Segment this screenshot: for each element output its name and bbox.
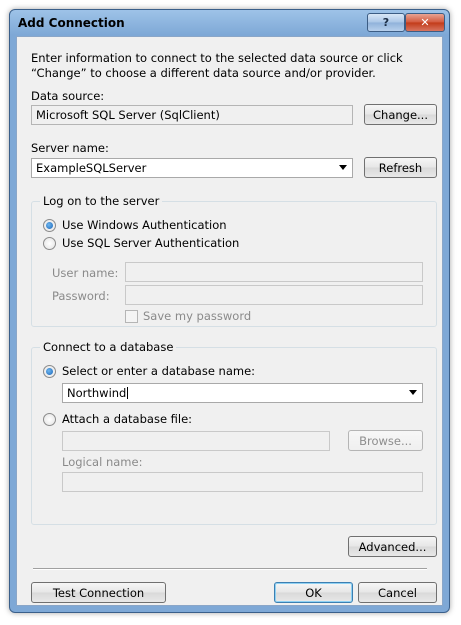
- text-caret: [127, 387, 129, 399]
- save-password-label[interactable]: Save my password: [143, 309, 251, 323]
- attach-file-label[interactable]: Attach a database file:: [62, 412, 192, 426]
- chevron-down-icon[interactable]: [409, 390, 417, 395]
- help-button[interactable]: ?: [367, 13, 405, 32]
- server-name-label: Server name:: [31, 141, 109, 155]
- refresh-button[interactable]: Refresh: [364, 157, 437, 178]
- database-name-combo[interactable]: Northwind: [62, 383, 423, 403]
- password-input[interactable]: [125, 285, 423, 305]
- footer-separator: [33, 568, 427, 570]
- database-group-title: Connect to a database: [40, 340, 177, 354]
- browse-button[interactable]: Browse...: [348, 430, 423, 451]
- logical-name-label: Logical name:: [62, 455, 143, 469]
- intro-text: Enter information to connect to the sele…: [31, 51, 403, 80]
- user-name-input[interactable]: [125, 262, 423, 282]
- select-database-label[interactable]: Select or enter a database name:: [62, 364, 255, 378]
- title-bar[interactable]: Add Connection ? ✕: [10, 10, 449, 36]
- windows-auth-label[interactable]: Use Windows Authentication: [62, 218, 227, 232]
- window-title: Add Connection: [18, 16, 125, 30]
- chevron-down-icon[interactable]: [339, 165, 347, 170]
- database-name-value: Northwind: [67, 386, 127, 400]
- cancel-button[interactable]: Cancel: [358, 582, 437, 603]
- sql-auth-radio[interactable]: [43, 237, 56, 250]
- user-name-label: User name:: [52, 266, 119, 280]
- dialog-client-area: Enter information to connect to the sele…: [16, 36, 443, 606]
- server-name-combo[interactable]: ExampleSQLServer: [31, 158, 353, 178]
- data-source-field: Microsoft SQL Server (SqlClient): [31, 105, 353, 125]
- logon-group: Log on to the server Use Windows Authent…: [31, 194, 437, 327]
- logical-name-input[interactable]: [62, 472, 423, 492]
- windows-auth-radio[interactable]: [43, 219, 56, 232]
- database-group: Connect to a database Select or enter a …: [31, 340, 437, 525]
- close-button[interactable]: ✕: [405, 13, 445, 32]
- save-password-checkbox[interactable]: [125, 310, 138, 323]
- logon-group-title: Log on to the server: [40, 194, 163, 208]
- test-connection-button[interactable]: Test Connection: [31, 582, 166, 603]
- server-name-value: ExampleSQLServer: [36, 161, 147, 175]
- select-database-radio[interactable]: [43, 365, 56, 378]
- sql-auth-label[interactable]: Use SQL Server Authentication: [62, 236, 239, 250]
- attach-file-radio[interactable]: [43, 413, 56, 426]
- advanced-button[interactable]: Advanced...: [348, 536, 437, 557]
- ok-button[interactable]: OK: [274, 582, 353, 603]
- change-button[interactable]: Change...: [364, 104, 437, 125]
- password-label: Password:: [52, 289, 110, 303]
- add-connection-dialog: Add Connection ? ✕ Enter information to …: [9, 9, 450, 613]
- attach-file-input[interactable]: [62, 431, 330, 451]
- data-source-label: Data source:: [31, 89, 105, 103]
